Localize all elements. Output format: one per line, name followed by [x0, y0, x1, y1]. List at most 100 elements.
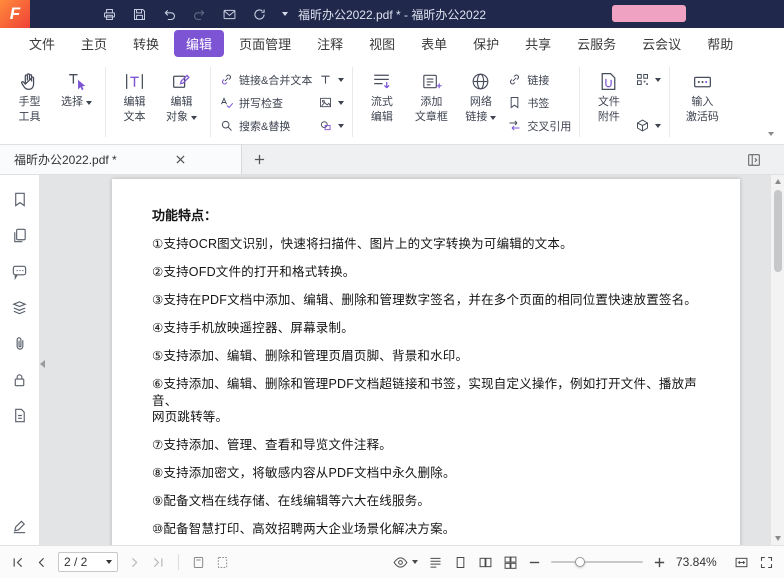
tab-form[interactable]: 表单: [408, 30, 460, 57]
read-mode-caret-icon[interactable]: [412, 560, 418, 564]
add-shapes-icon: [318, 118, 333, 133]
add-shapes-caret-icon[interactable]: [338, 124, 344, 128]
tab-share[interactable]: 共享: [512, 30, 564, 57]
new-tab-button[interactable]: [250, 151, 268, 169]
panel-collapse-icon[interactable]: [40, 353, 50, 375]
zoom-slider[interactable]: [551, 555, 643, 569]
refresh-icon[interactable]: [252, 7, 267, 22]
scroll-up-icon[interactable]: [771, 175, 784, 188]
add-text-caret-icon[interactable]: [338, 78, 344, 82]
tab-view[interactable]: 视图: [356, 30, 408, 57]
continuous-facing-view-button[interactable]: [503, 555, 518, 570]
bookmark-button[interactable]: 书签: [507, 93, 571, 112]
link-merge-icon: [219, 72, 234, 87]
search-replace-button[interactable]: 搜索&替换: [219, 116, 312, 135]
layers-panel-icon[interactable]: [11, 299, 28, 316]
activation-code-button[interactable]: 输入 激活码: [675, 63, 729, 141]
add-shapes-button[interactable]: [318, 116, 344, 135]
zoom-out-button[interactable]: [528, 556, 541, 569]
read-mode-button[interactable]: [392, 554, 418, 571]
content-area: 功能特点： ①支持OCR图文识别，快速将扫描件、图片上的文字转换为可编辑的文本。…: [0, 175, 784, 545]
facing-pages-view-button[interactable]: [478, 555, 493, 570]
document-viewport[interactable]: 功能特点： ①支持OCR图文识别，快速将扫描件、图片上的文字转换为可编辑的文本。…: [40, 175, 784, 545]
edit-text-button[interactable]: 编辑 文本: [111, 63, 158, 141]
scrollbar-thumb[interactable]: [774, 190, 782, 272]
first-page-button[interactable]: [10, 555, 25, 570]
vertical-scrollbar[interactable]: [770, 175, 784, 545]
qr-code-button[interactable]: [635, 70, 661, 89]
zoom-percent-value[interactable]: 73.84%: [676, 555, 724, 569]
scroll-down-icon[interactable]: [771, 532, 784, 545]
foxit-logo-icon[interactable]: F: [0, 0, 30, 28]
globe-icon: [469, 68, 492, 95]
tab-convert[interactable]: 转换: [120, 30, 172, 57]
document-tab[interactable]: 福昕办公2022.pdf *: [0, 145, 242, 174]
ribbon-collapse-icon[interactable]: [768, 132, 774, 136]
destinations-panel-icon[interactable]: [11, 407, 28, 424]
mail-icon[interactable]: [222, 7, 237, 22]
tab-edit[interactable]: 编辑: [174, 30, 224, 57]
zoom-in-button[interactable]: [653, 556, 666, 569]
select-caret-icon[interactable]: [86, 101, 92, 105]
file-attachment-button[interactable]: 文件 附件: [585, 63, 632, 141]
tab-cloud-service[interactable]: 云服务: [564, 30, 629, 57]
previous-view-button[interactable]: [191, 555, 206, 570]
quick-toolbar-caret-icon[interactable]: [282, 12, 288, 16]
edit-object-button[interactable]: 编辑 对象: [158, 63, 205, 141]
fullscreen-button[interactable]: [759, 555, 774, 570]
link-button[interactable]: 链接: [507, 70, 571, 89]
page-line: ②支持OFD文件的打开和格式转换。: [152, 264, 710, 281]
tab-home[interactable]: 主页: [68, 30, 120, 57]
previous-page-button[interactable]: [34, 555, 49, 570]
page-number-input[interactable]: 2 / 2: [58, 552, 118, 572]
qr-caret-icon[interactable]: [655, 78, 661, 82]
web-link-button[interactable]: 网络 链接: [457, 63, 504, 141]
fit-width-button[interactable]: [734, 555, 749, 570]
cross-reference-button[interactable]: 交叉引用: [507, 116, 571, 135]
signature-panel-icon[interactable]: [11, 518, 28, 535]
select-cursor-icon: [65, 68, 88, 95]
page-number-caret-icon[interactable]: [106, 560, 112, 564]
hand-tool-button[interactable]: 手型 工具: [6, 63, 53, 141]
comments-panel-icon[interactable]: [11, 263, 28, 280]
security-panel-icon[interactable]: [11, 371, 28, 388]
ribbon-toolbar: 手型 工具 选择 编辑 文本 编辑 对象 链接&合并文本: [0, 58, 784, 145]
link-merge-text-button[interactable]: 链接&合并文本: [219, 70, 312, 89]
web-link-caret-icon[interactable]: [490, 116, 496, 120]
spell-check-button[interactable]: 拼写检查: [219, 93, 312, 112]
add-image-icon: [318, 95, 333, 110]
side-panel-toggle-button[interactable]: [746, 145, 762, 174]
add-image-caret-icon[interactable]: [338, 101, 344, 105]
single-page-view-button[interactable]: [453, 555, 468, 570]
tab-protect[interactable]: 保护: [460, 30, 512, 57]
tab-file[interactable]: 文件: [16, 30, 68, 57]
3d-object-button[interactable]: [635, 116, 661, 135]
flow-edit-button[interactable]: 流式 编辑: [358, 63, 405, 141]
last-page-button[interactable]: [151, 555, 166, 570]
account-redacted-badge[interactable]: [612, 5, 686, 22]
tab-close-icon[interactable]: [128, 151, 234, 169]
cube-caret-icon[interactable]: [655, 124, 661, 128]
redo-icon[interactable]: [192, 7, 207, 22]
tab-page-management[interactable]: 页面管理: [226, 30, 304, 57]
page-thumbnails-icon[interactable]: [11, 227, 28, 244]
page-line: ⑨配备文档在线存储、在线编辑等六大在线服务。: [152, 493, 710, 510]
add-text-button[interactable]: [318, 70, 344, 89]
undo-icon[interactable]: [162, 7, 177, 22]
reflow-view-button[interactable]: [428, 555, 443, 570]
next-page-button[interactable]: [127, 555, 142, 570]
next-view-button[interactable]: [215, 555, 230, 570]
add-article-box-button[interactable]: 添加 文章框: [405, 63, 457, 141]
tab-cloud-meeting[interactable]: 云会议: [629, 30, 694, 57]
tab-comment[interactable]: 注释: [304, 30, 356, 57]
edit-object-caret-icon[interactable]: [191, 116, 197, 120]
add-image-button[interactable]: [318, 93, 344, 112]
print-icon[interactable]: [102, 7, 117, 22]
zoom-slider-thumb[interactable]: [575, 557, 585, 567]
select-tool-button[interactable]: 选择: [53, 63, 100, 141]
attachments-panel-icon[interactable]: [11, 335, 28, 352]
tab-help[interactable]: 帮助: [694, 30, 746, 57]
bookmarks-panel-icon[interactable]: [11, 191, 28, 208]
pdf-page[interactable]: 功能特点： ①支持OCR图文识别，快速将扫描件、图片上的文字转换为可编辑的文本。…: [112, 179, 740, 545]
save-icon[interactable]: [132, 7, 147, 22]
